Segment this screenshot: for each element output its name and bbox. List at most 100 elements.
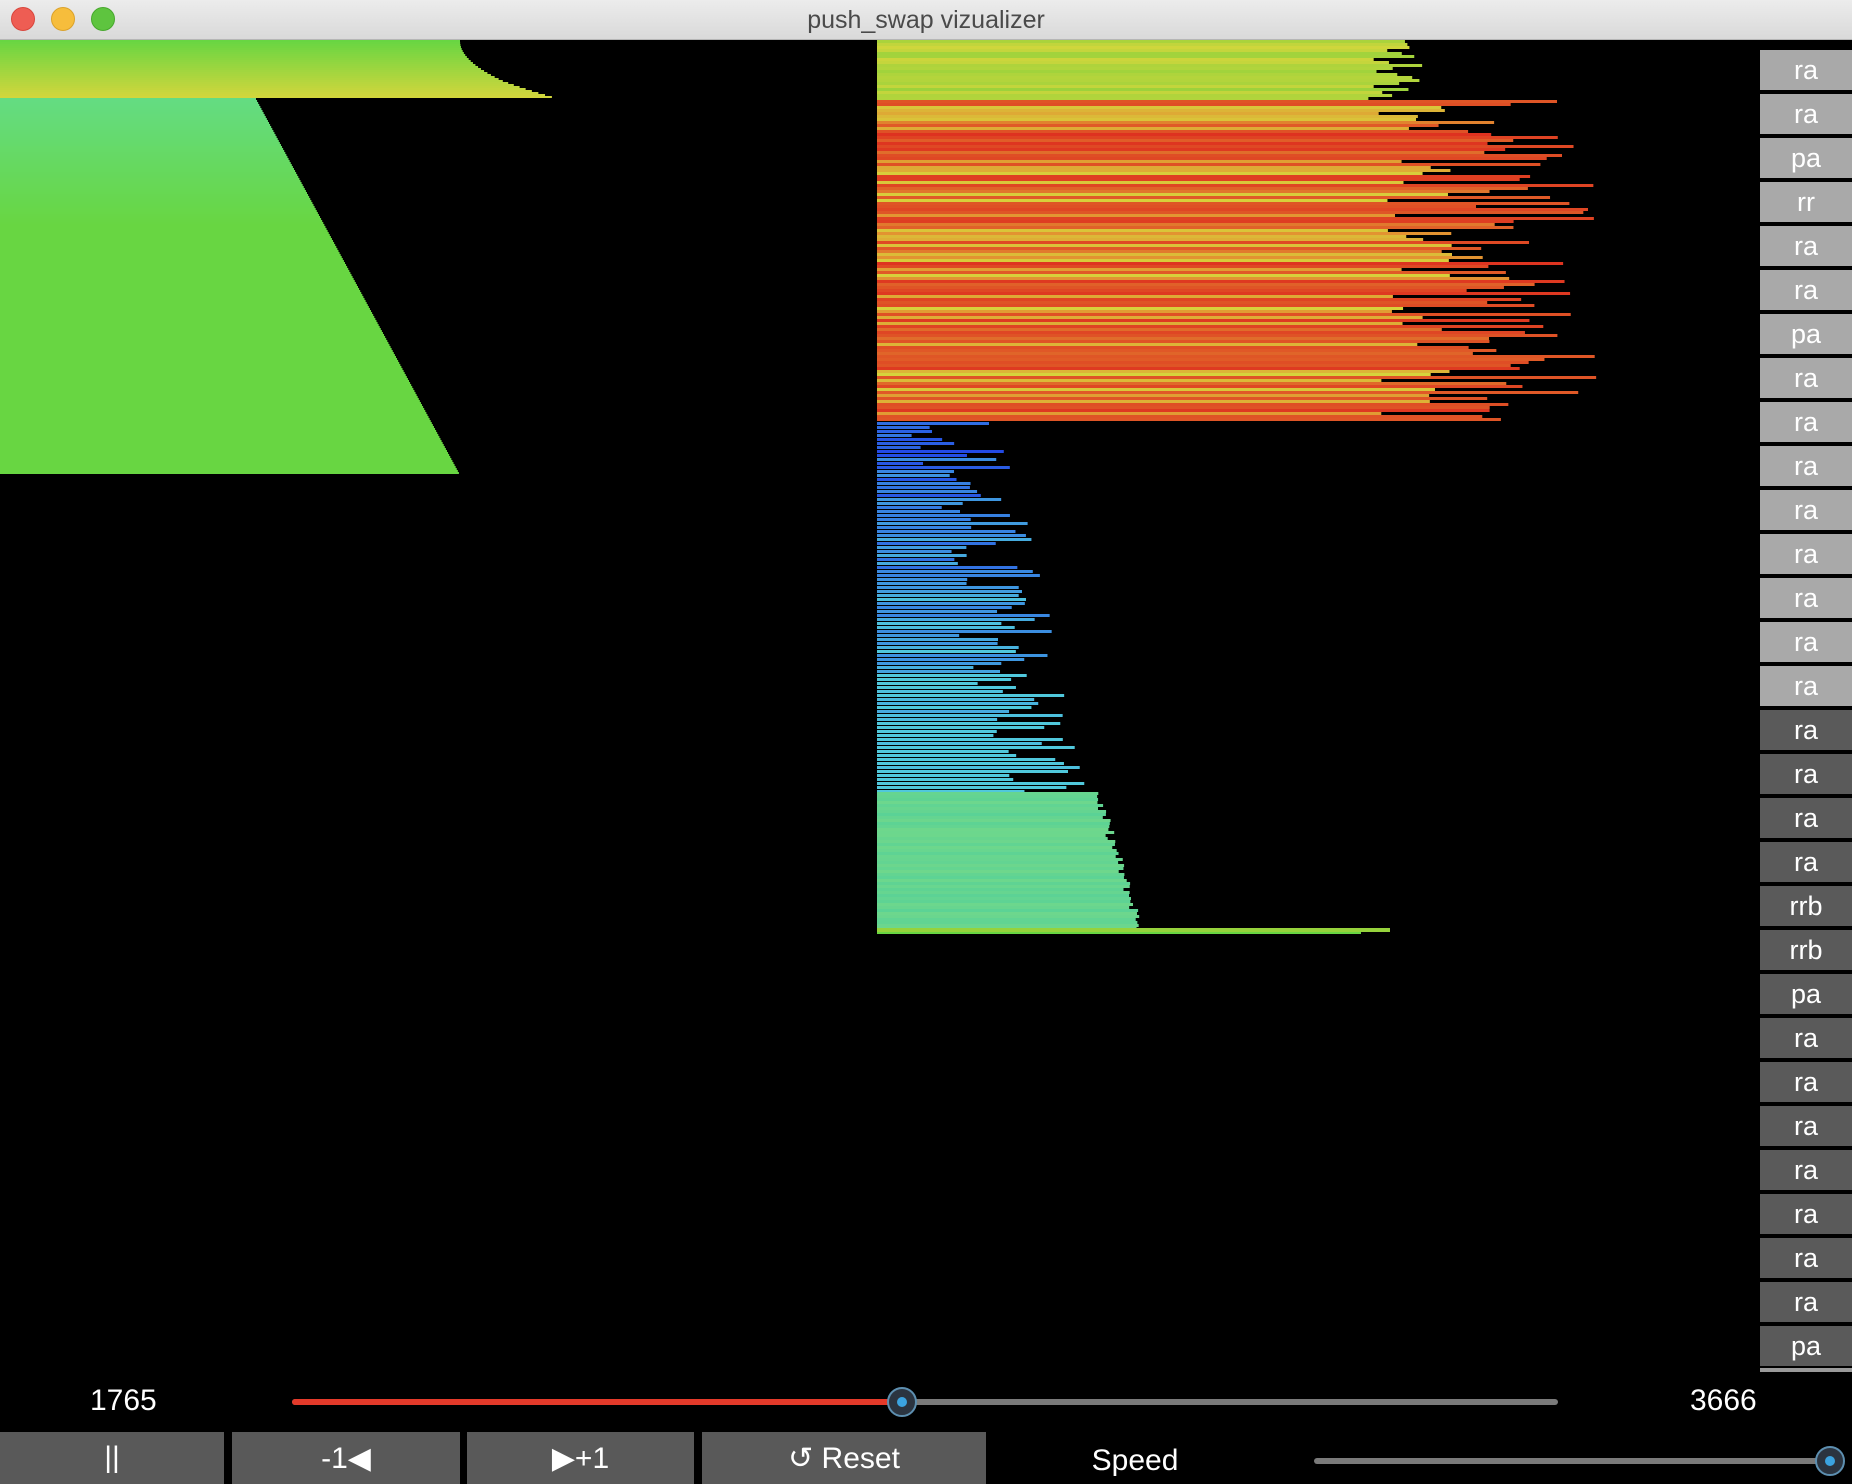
stack-b-bar bbox=[877, 738, 1063, 741]
stack-b-bar bbox=[877, 782, 1085, 785]
stack-b-bar bbox=[877, 770, 1069, 773]
operation-item[interactable]: pa bbox=[1760, 974, 1852, 1014]
operation-item[interactable]: ra bbox=[1760, 226, 1852, 266]
operation-item[interactable]: ra bbox=[1760, 842, 1852, 882]
stack-a-bar bbox=[0, 310, 372, 312]
operation-item[interactable]: ra bbox=[1760, 622, 1852, 662]
stack-a-bar bbox=[0, 222, 324, 224]
stack-b-bar bbox=[877, 151, 1485, 154]
stack-b-bar bbox=[877, 542, 996, 545]
step-slider-thumb[interactable] bbox=[886, 1387, 917, 1417]
stack-b-bar bbox=[877, 879, 1127, 882]
operation-item[interactable]: ra bbox=[1760, 710, 1852, 750]
stack-a-bar bbox=[0, 306, 369, 308]
operations-list[interactable]: ra ra pa rr ra ra pa ra ra ra ra ra ra ra ra ra ra ra ra rr… bbox=[1760, 40, 1852, 1370]
stack-a-bar bbox=[0, 182, 302, 184]
stack-b-bar bbox=[877, 706, 1032, 709]
stack-b-bar bbox=[877, 214, 1396, 217]
stack-a-bar bbox=[0, 122, 270, 124]
stack-a-bar bbox=[0, 212, 318, 214]
operation-item[interactable]: ra bbox=[1760, 358, 1852, 398]
stack-a-bar bbox=[0, 454, 450, 456]
operation-item[interactable]: ra bbox=[1760, 1238, 1852, 1278]
stack-b-bar bbox=[877, 76, 1413, 79]
stack-b-bar bbox=[877, 638, 999, 641]
stack-b-bar bbox=[877, 73, 1398, 76]
operation-item[interactable]: ra bbox=[1760, 490, 1852, 530]
stack-a-bar bbox=[0, 270, 350, 272]
stack-b-bar bbox=[877, 118, 1417, 121]
operation-item[interactable]: rrb bbox=[1760, 930, 1852, 970]
stack-b-bar bbox=[877, 142, 1488, 145]
operation-item[interactable]: ra bbox=[1760, 1194, 1852, 1234]
operation-item[interactable]: ra bbox=[1760, 666, 1852, 706]
stack-b-bar bbox=[877, 361, 1529, 364]
operation-item[interactable]: ra bbox=[1760, 402, 1852, 442]
operation-item[interactable]: ra bbox=[1760, 270, 1852, 310]
stack-b-bar bbox=[877, 678, 1012, 681]
stack-a-bar bbox=[0, 268, 349, 270]
stack-a-bar bbox=[0, 460, 453, 462]
stack-b-bar bbox=[877, 534, 1026, 537]
step-back-button[interactable]: -1◀ bbox=[232, 1432, 460, 1484]
operation-item[interactable]: ra bbox=[1760, 94, 1852, 134]
operation-item[interactable]: ra bbox=[1760, 1106, 1852, 1146]
stack-a-bar bbox=[0, 342, 389, 344]
operation-item[interactable]: ra bbox=[1760, 798, 1852, 838]
operation-item[interactable]: ra bbox=[1760, 446, 1852, 486]
stack-a-bar bbox=[0, 152, 286, 154]
stack-b-bar bbox=[877, 280, 1565, 283]
operation-item[interactable]: ra bbox=[1760, 754, 1852, 794]
speed-slider-thumb[interactable] bbox=[1815, 1446, 1845, 1476]
stack-b-bar bbox=[877, 241, 1530, 244]
step-slider-track[interactable] bbox=[292, 1387, 1558, 1417]
stack-a-bar bbox=[0, 456, 451, 458]
operation-item[interactable]: ra bbox=[1760, 1282, 1852, 1322]
operation-item[interactable]: pa bbox=[1760, 138, 1852, 178]
stack-b-bar bbox=[877, 550, 952, 553]
stack-b-bar bbox=[877, 190, 1490, 193]
stack-a-bar bbox=[0, 322, 378, 324]
stack-b-bar bbox=[877, 127, 1409, 130]
operation-item[interactable]: ra bbox=[1760, 1150, 1852, 1190]
stack-a-bar bbox=[0, 420, 431, 422]
stack-a-bar bbox=[0, 82, 509, 84]
stack-a-bar bbox=[0, 160, 290, 162]
stack-b-bar bbox=[877, 891, 1130, 894]
stack-a-bar bbox=[0, 120, 268, 122]
step-forward-button[interactable]: ▶+1 bbox=[467, 1432, 694, 1484]
stack-a-bar bbox=[0, 390, 415, 392]
stack-b-bar bbox=[877, 594, 1019, 597]
stack-b-bar bbox=[877, 100, 1558, 103]
stack-b-bar bbox=[877, 379, 1382, 382]
stack-a-bar bbox=[0, 210, 317, 212]
operation-item[interactable]: rrb bbox=[1760, 886, 1852, 926]
stack-b-bar bbox=[877, 409, 1490, 412]
operation-item[interactable]: ra bbox=[1760, 50, 1852, 90]
stack-a-bar bbox=[0, 448, 446, 450]
reset-button[interactable]: ↺ Reset bbox=[702, 1432, 986, 1484]
operation-item[interactable]: pa bbox=[1760, 1326, 1852, 1366]
stack-a-bar bbox=[0, 94, 546, 96]
speed-slider-track[interactable] bbox=[1314, 1446, 1845, 1476]
stack-b-bar bbox=[877, 211, 1584, 214]
operation-item[interactable]: pa bbox=[1760, 314, 1852, 354]
stack-a-bar bbox=[0, 138, 278, 140]
stack-a-bar bbox=[0, 260, 344, 262]
stack-b-bar bbox=[877, 434, 912, 437]
stack-b-bar bbox=[877, 918, 1136, 921]
stack-b-bar bbox=[877, 921, 1138, 924]
operation-item[interactable]: ra bbox=[1760, 1062, 1852, 1102]
operation-item[interactable]: ra bbox=[1760, 534, 1852, 574]
operation-item[interactable]: rr bbox=[1760, 182, 1852, 222]
stack-a-bar bbox=[0, 242, 335, 244]
stack-a-bar bbox=[0, 374, 406, 376]
operation-item[interactable]: ra bbox=[1760, 1018, 1852, 1058]
stack-b-bar bbox=[877, 295, 1393, 298]
stack-b-bar bbox=[877, 602, 1025, 605]
stack-b-bar bbox=[877, 271, 1506, 274]
stack-b-bar bbox=[877, 714, 1063, 717]
operation-item[interactable]: ra bbox=[1760, 578, 1852, 618]
stack-b-bar bbox=[877, 498, 1002, 501]
pause-button[interactable]: || bbox=[0, 1432, 224, 1484]
